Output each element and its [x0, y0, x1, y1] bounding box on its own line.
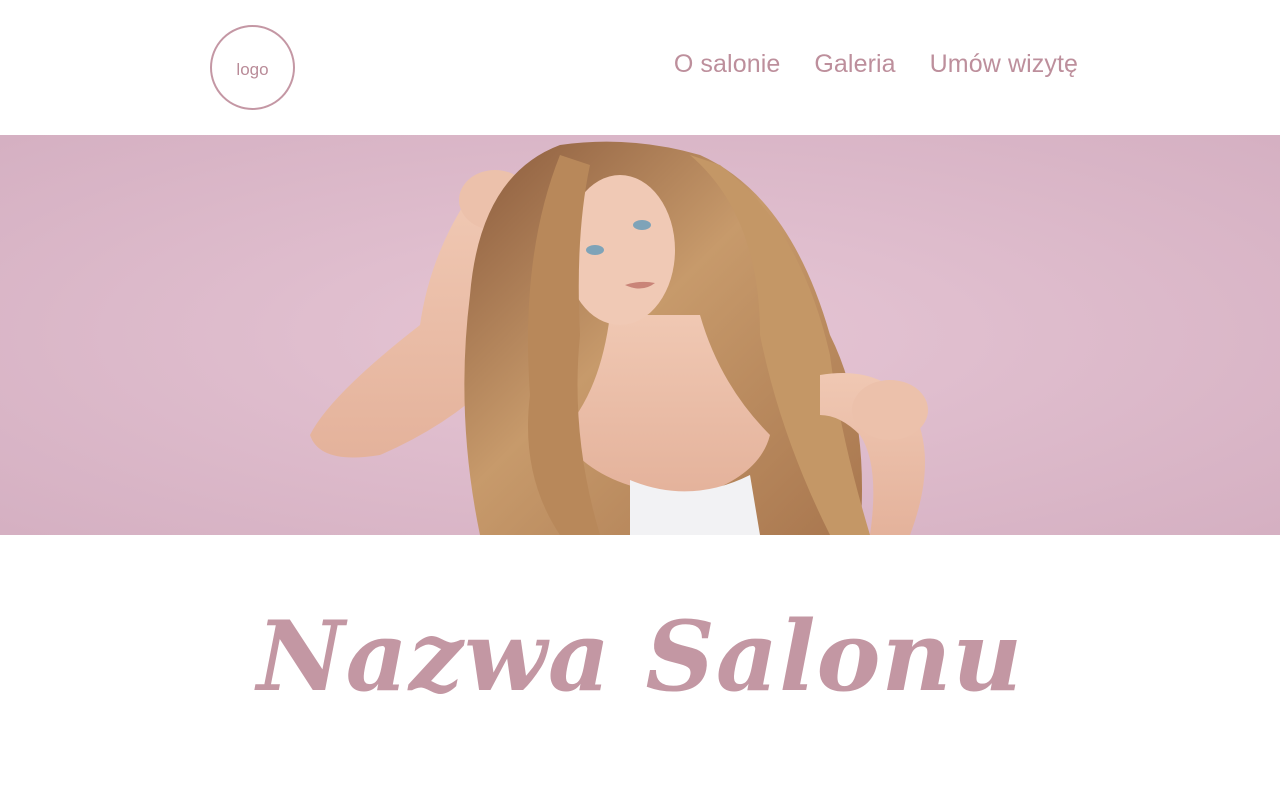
- nav-link-gallery[interactable]: Galeria: [814, 50, 895, 79]
- logo[interactable]: logo: [210, 25, 295, 110]
- hero-photo: [0, 135, 1280, 535]
- nav-link-about[interactable]: O salonie: [674, 50, 781, 79]
- salon-name-title: Nazwa Salonu: [256, 600, 1024, 713]
- logo-text: logo: [236, 59, 269, 79]
- site-header: logo O salonie Galeria Umów wizytę: [0, 0, 1280, 135]
- nav-link-booking[interactable]: Umów wizytę: [930, 50, 1078, 79]
- hero-banner: [0, 135, 1280, 535]
- main-nav: O salonie Galeria Umów wizytę: [674, 50, 1078, 79]
